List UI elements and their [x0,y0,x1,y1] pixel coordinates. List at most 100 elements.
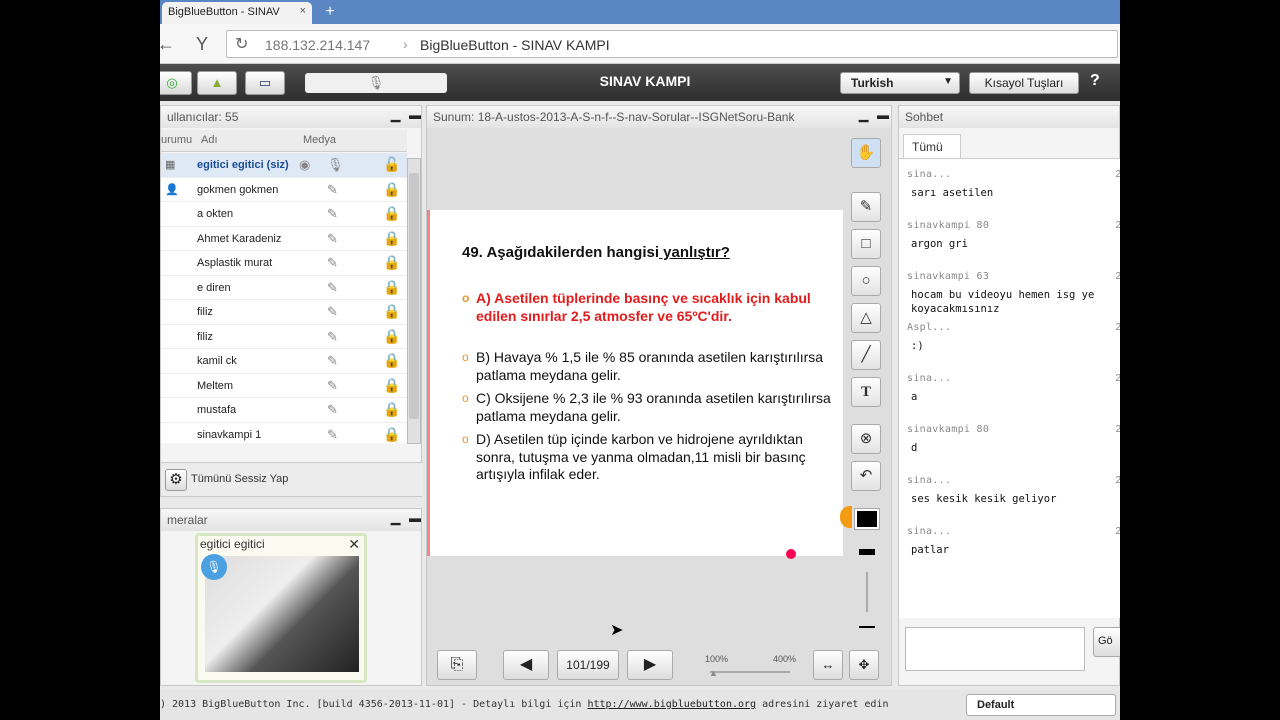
clear-icon[interactable]: ⊗ [851,424,881,454]
minimize-icon[interactable]: ▁ [859,108,868,122]
browser-tab[interactable]: BigBlueButton - SINAV × [162,2,312,24]
next-slide-button[interactable]: ▶ [627,650,673,680]
maximize-icon[interactable]: ▬ [409,108,421,122]
chat-sender: sina... [907,526,952,537]
new-tab-button[interactable]: + [318,2,342,22]
microphone-level[interactable]: 🎙 [305,73,447,93]
lock-icon[interactable]: 🔒 [383,205,400,222]
fit-width-icon[interactable]: ↔ [813,650,843,680]
lock-icon[interactable]: 🔒 [383,328,400,345]
gear-icon[interactable]: ⚙ [165,469,187,491]
desktop-share-icon[interactable]: ▭ [245,71,285,95]
col-name[interactable]: Adı [201,134,218,146]
reload-icon[interactable]: ↻ [235,34,248,54]
user-row[interactable]: sinavkampi 1 ✎ 🔒 [161,423,407,444]
users-scrollbar[interactable] [407,158,421,444]
page-number[interactable]: 101/199 [557,650,619,680]
user-row[interactable]: mustafa ✎ 🔒 [161,398,407,423]
zoom-slider[interactable] [710,671,790,673]
lock-icon[interactable]: 🔒 [383,181,400,198]
zoom-thumb[interactable]: ▲ [709,668,718,678]
microphone-icon[interactable]: ✎ [327,329,338,345]
user-row[interactable]: kamil ck ✎ 🔒 [161,349,407,374]
presenter-icon: ▦ [165,159,176,171]
minimize-icon[interactable]: ▁ [391,108,400,122]
shortcuts-button[interactable]: Kısayol Tuşları [969,72,1079,94]
chat-input[interactable] [905,627,1085,671]
back-arrow-icon[interactable]: ← [160,32,178,56]
color-swatch[interactable] [854,508,880,530]
webcam-share-icon[interactable]: ▲ [197,71,237,95]
user-row[interactable]: e diren ✎ 🔒 [161,276,407,300]
upload-icon[interactable]: ⎘ [437,650,477,680]
microphone-icon[interactable]: 🎙 [327,157,344,173]
thickness-slider[interactable] [866,572,868,612]
text-tool-icon[interactable]: T [851,377,881,407]
chat-message: sina... 2 sarı asetilen [899,159,1120,210]
unlock-icon[interactable]: 🔓 [383,156,400,173]
webcam-icon[interactable]: ◉ [299,157,310,173]
option-text: D) Asetilen tüp içinde karbon ve hidroje… [476,431,806,482]
lock-icon[interactable]: 🔒 [383,352,400,369]
layout-select[interactable]: Default [966,694,1116,716]
microphone-icon[interactable]: ✎ [327,206,338,222]
minimize-icon[interactable]: ▁ [391,511,400,525]
mute-all-button[interactable]: Tümünü Sessiz Yap [191,473,288,485]
microphone-icon[interactable]: ✎ [327,255,338,271]
microphone-icon[interactable]: ✎ [327,304,338,320]
line-icon[interactable]: ╱ [851,340,881,370]
chat-time: 2 [1115,220,1120,231]
user-row[interactable]: filiz ✎ 🔒 [161,325,407,349]
microphone-icon[interactable]: ✎ [327,402,338,418]
microphone-icon[interactable]: ✎ [327,353,338,369]
address-bar[interactable]: ↻ 188.132.214.147 › BigBlueButton - SINA… [226,30,1118,58]
microphone-icon[interactable]: ✎ [327,280,338,296]
user-row[interactable]: filiz ✎ 🔒 [161,300,407,325]
lock-icon[interactable]: 🔒 [383,401,400,418]
user-row[interactable]: Ahmet Karadeniz ✎ 🔒 [161,227,407,251]
tab-all[interactable]: Tümü [903,134,961,158]
microphone-icon[interactable]: 🎙 [201,554,227,580]
col-status[interactable]: urumu [161,134,192,146]
headset-icon[interactable]: ◎ [160,71,192,95]
camera-window[interactable]: egitici egitici ✕ 🎙 [195,533,367,683]
screen: BigBlueButton - SINAV × + ← Y ↻ 188.132.2… [160,0,1120,720]
chevron-down-icon: ▼ [943,76,953,87]
lock-icon[interactable]: 🔒 [383,426,400,443]
user-row[interactable]: Meltem ✎ 🔒 [161,374,407,398]
maximize-icon[interactable]: ▬ [877,108,889,122]
col-media[interactable]: Medya [303,134,336,146]
slide[interactable]: 49. Aşağıdakilerden hangisi yanlıştır? o… [427,210,852,559]
website-link[interactable]: http://www.bigbluebutton.org [587,699,756,710]
microphone-icon[interactable]: ✎ [327,182,338,198]
undo-icon[interactable]: ↶ [851,461,881,491]
help-button[interactable]: ? [1090,72,1100,90]
previous-slide-button[interactable]: ◀ [503,650,549,680]
hand-icon[interactable]: ✋ [851,138,881,168]
user-row[interactable]: a okten ✎ 🔒 [161,202,407,227]
whiteboard-toolbar: ✋ ✎ □ ○ △ ╱ T ⊗ ↶ [847,136,887,656]
pencil-icon[interactable]: ✎ [851,192,881,222]
lock-icon[interactable]: 🔒 [383,279,400,296]
fit-page-icon[interactable]: ✥ [849,650,879,680]
user-row[interactable]: Asplastik murat ✎ 🔒 [161,251,407,276]
lock-icon[interactable]: 🔒 [383,254,400,271]
user-row[interactable]: 👤 gokmen gokmen ✎ 🔒 [161,178,407,202]
rectangle-icon[interactable]: □ [851,229,881,259]
lock-icon[interactable]: 🔒 [383,230,400,247]
user-row[interactable]: ▦ egitici egitici (siz) ◉ 🎙 🔓 [161,153,407,178]
microphone-icon[interactable]: ✎ [327,427,338,443]
microphone-icon[interactable]: ✎ [327,231,338,247]
send-button[interactable]: Gö [1093,627,1120,657]
scrollbar-thumb[interactable] [409,173,419,419]
maximize-icon[interactable]: ▬ [409,511,421,525]
lock-icon[interactable]: 🔒 [383,303,400,320]
ellipse-icon[interactable]: ○ [851,266,881,296]
triangle-icon[interactable]: △ [851,303,881,333]
close-icon[interactable]: ✕ [348,536,360,553]
yandex-logo-icon[interactable]: Y [190,32,214,56]
lock-icon[interactable]: 🔒 [383,377,400,394]
tab-close-icon[interactable]: × [300,5,306,17]
language-select[interactable]: Turkish ▼ [840,72,960,94]
microphone-icon[interactable]: ✎ [327,378,338,394]
